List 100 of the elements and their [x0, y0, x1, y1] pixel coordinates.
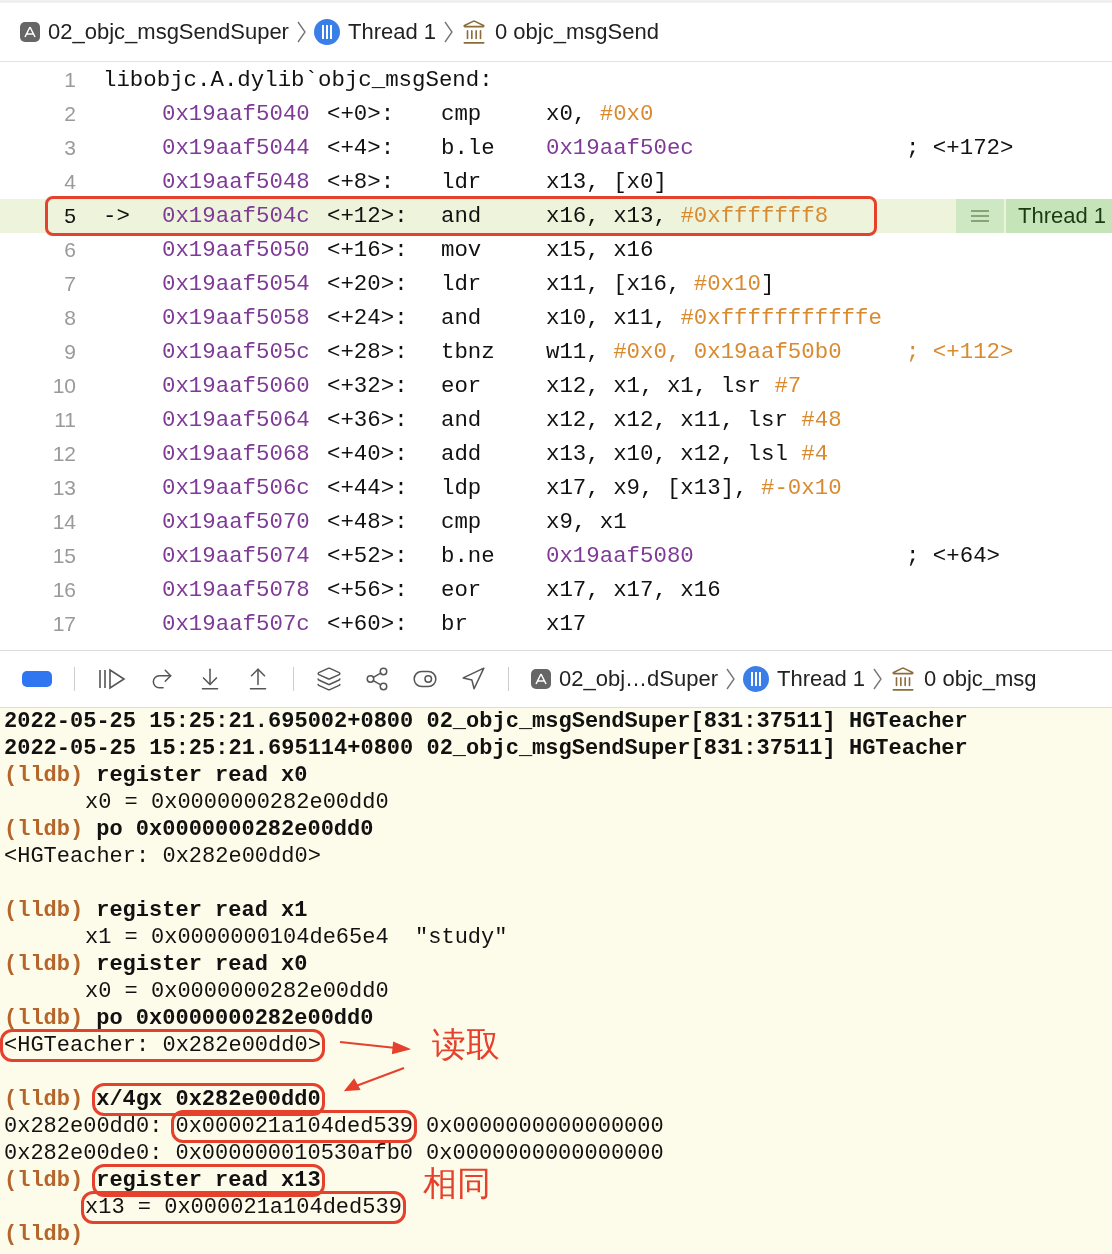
breadcrumb-item[interactable]: 02_obj…dSuper: [559, 666, 718, 692]
instruction-address: 0x19aaf5068: [162, 441, 311, 467]
operand: ]: [761, 271, 775, 297]
operand: #-0x10: [761, 475, 842, 501]
breadcrumb-item[interactable]: 0 objc_msgSend: [495, 19, 659, 45]
mnemonic: mov: [441, 237, 483, 263]
line-number: 15: [51, 544, 76, 568]
layers-icon[interactable]: [316, 666, 342, 692]
annotation-note: 读取: [432, 1023, 500, 1066]
chevron-icon: [726, 668, 735, 690]
console-output: 2022-05-25 15:25:21.695114+0800 02_objc_msgSendSuper[831:37511] HGTeacher: [4, 736, 968, 761]
instruction-address: 0x19aaf5078: [162, 577, 311, 603]
lldb-prompt: (lldb): [4, 1006, 84, 1031]
operand: x15, x16: [546, 237, 654, 263]
instruction-address: 0x19aaf5048: [162, 169, 311, 195]
app-icon: [20, 22, 40, 42]
breadcrumb-item[interactable]: 02_objc_msgSendSuper: [48, 19, 289, 45]
operand: x13, [x0]: [546, 169, 667, 195]
function-label: libobjc.A.dylib`objc_msgSend:: [102, 67, 493, 93]
graph-icon[interactable]: [364, 666, 390, 692]
offset: <+28>:: [327, 339, 409, 365]
menu-icon: [971, 210, 989, 222]
mnemonic: cmp: [441, 509, 483, 535]
offset: <+52>:: [327, 543, 409, 569]
mnemonic: add: [441, 441, 483, 467]
mnemonic: and: [441, 305, 483, 331]
console-output: 0x282e00dd0:: [4, 1114, 163, 1139]
operand: x17, x17, x16: [546, 577, 721, 603]
offset: <+32>:: [327, 373, 409, 399]
console-output: x0 = 0x0000000282e00dd0: [85, 979, 389, 1004]
operand: x10, x11,: [546, 305, 668, 331]
operand: x12, x12, x11, lsr: [546, 407, 789, 433]
continue-icon[interactable]: [97, 667, 127, 691]
console-output: 2022-05-25 15:25:21.695002+0800 02_objc_msgSendSuper[831:37511] HGTeacher: [4, 709, 968, 734]
breakpoints-toggle[interactable]: [22, 671, 52, 687]
offset: <+36>:: [327, 407, 409, 433]
line-number: 4: [63, 170, 76, 194]
instruction-address: 0x19aaf5060: [162, 373, 311, 399]
instruction-address: 0x19aaf5044: [162, 135, 311, 161]
chevron-icon: [296, 21, 306, 43]
mnemonic: eor: [441, 577, 483, 603]
operand: #4: [801, 441, 829, 467]
console-output: x1 = 0x0000000104de65e4 "study": [85, 925, 508, 950]
line-number: 3: [63, 136, 76, 160]
instruction-address: 0x19aaf5040: [162, 101, 311, 127]
instruction-address: 0x19aaf5064: [162, 407, 311, 433]
lldb-prompt: (lldb): [4, 763, 84, 788]
instruction-address: 0x19aaf5054: [162, 271, 311, 297]
line-number: 9: [63, 340, 76, 364]
line-number: 16: [51, 578, 76, 602]
line-number: 12: [51, 442, 76, 466]
comment: ; <+172>: [906, 135, 1014, 161]
operand: 0x19aaf50ec: [546, 135, 694, 161]
line-number: 13: [51, 476, 76, 500]
operand: #0xfffffff8: [680, 203, 829, 229]
location-icon[interactable]: [460, 666, 486, 692]
instruction-address: 0x19aaf5074: [162, 543, 311, 569]
mnemonic: br: [441, 611, 469, 637]
thread-icon: [313, 19, 340, 45]
line-number: 6: [63, 238, 76, 262]
instruction-address: 0x19aaf506c: [162, 475, 311, 501]
line-number: 2: [63, 102, 76, 126]
mnemonic: b.le: [441, 135, 496, 161]
line-number: 7: [63, 272, 76, 296]
offset: <+24>:: [327, 305, 409, 331]
console-output: 0x0000000000000000: [426, 1114, 664, 1139]
offset: <+44>:: [327, 475, 409, 501]
mnemonic: and: [441, 407, 483, 433]
operand: x12, x1, x1, lsr: [546, 373, 762, 399]
mnemonic: tbnz: [441, 339, 496, 365]
console-command: po 0x0000000282e00dd0: [96, 817, 374, 842]
offset: <+16>:: [327, 237, 409, 263]
operand: w11,: [546, 339, 601, 365]
instruction-address: 0x19aaf5050: [162, 237, 311, 263]
console-command: register read x1: [96, 898, 308, 923]
line-number: 1: [63, 68, 76, 92]
mnemonic: ldr: [441, 271, 483, 297]
mnemonic: and: [441, 203, 483, 229]
operand: x16, x13,: [546, 203, 668, 229]
offset: <+60>:: [327, 611, 409, 637]
mnemonic: cmp: [441, 101, 483, 127]
comment: ; <+112>: [906, 339, 1014, 365]
console-command: register read x0: [96, 763, 308, 788]
mnemonic: eor: [441, 373, 483, 399]
lldb-prompt: (lldb): [4, 952, 84, 977]
operand: 0x19aaf5080: [546, 543, 694, 569]
breadcrumb-item[interactable]: Thread 1: [777, 666, 866, 692]
instruction-address: 0x19aaf505c: [162, 339, 311, 365]
lldb-prompt: (lldb): [4, 1222, 84, 1247]
offset: <+40>:: [327, 441, 409, 467]
offset: <+48>:: [327, 509, 409, 535]
operand: x9, x1: [546, 509, 627, 535]
lldb-prompt: (lldb): [4, 1087, 84, 1112]
instruction-address: 0x19aaf504c: [162, 203, 311, 229]
operand: x0,: [546, 101, 588, 127]
thread-badge: Thread 1: [1006, 199, 1112, 233]
breadcrumb-item[interactable]: 0 objc_msg: [924, 666, 1037, 692]
breadcrumb-item[interactable]: Thread 1: [347, 19, 436, 45]
console-output: x0 = 0x0000000282e00dd0: [85, 790, 389, 815]
instruction-address: 0x19aaf5058: [162, 305, 311, 331]
